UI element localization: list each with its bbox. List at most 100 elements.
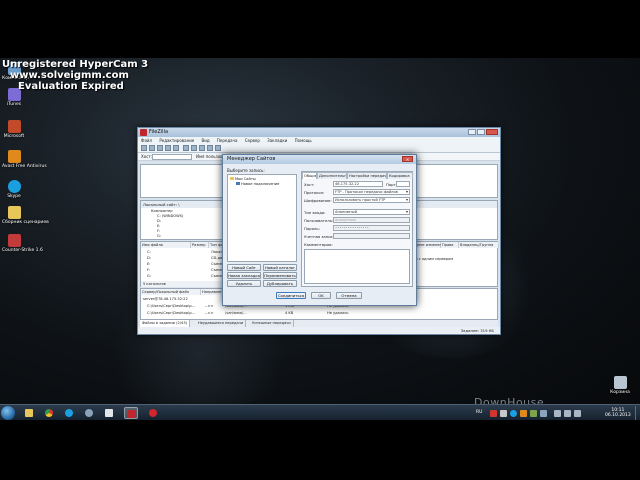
tree-item[interactable]: D: [157,219,161,223]
tab-transfer-settings[interactable]: Настройки передачи [347,172,387,179]
taskbar-skype[interactable] [62,407,76,419]
office-icon [7,120,21,133]
process-queue-icon[interactable] [191,145,197,151]
menu-transfer[interactable]: Передача [217,138,238,143]
port-input[interactable] [396,181,410,187]
tree-site-new-connection[interactable]: Новое подключение [236,182,279,186]
logon-type-select[interactable]: Анонимный [333,209,410,215]
close-button[interactable] [486,129,498,135]
desktop-icon-label: Microsoft [3,134,25,139]
new-bookmark-button[interactable]: Новая закладка [227,272,261,279]
cancel-icon[interactable] [199,145,205,151]
tab-charset[interactable]: Кодировка [387,172,413,179]
taskbar-opera[interactable] [146,407,160,419]
comments-textarea[interactable] [304,249,410,284]
network-icon[interactable] [554,410,561,417]
menu-edit[interactable]: Редактирование [159,138,194,143]
tab-general[interactable]: Общие [302,172,317,179]
column-header[interactable]: Имя файла [141,242,191,248]
tab-queued-files[interactable]: Файлы в задании (2/43) [140,320,191,327]
tree-folder-my-sites[interactable]: Мои Сайты [230,177,256,181]
tab-failed-transfers[interactable]: Неудавшиеся передачи [196,320,247,327]
dialog-titlebar[interactable]: Менеджер Сайтов ✕ [223,155,416,164]
toggle-queue-icon[interactable] [173,145,179,151]
new-site-button[interactable]: Новый Сайт [227,264,261,271]
menu-view[interactable]: Вид [202,138,210,143]
desktop-icon-folder[interactable]: Сборник сценариев [2,206,49,225]
column-header[interactable]: Права [441,242,459,248]
cancel-button[interactable]: Отмена [336,292,362,299]
close-icon[interactable]: ✕ [402,156,413,162]
tray-app-icon[interactable] [540,410,547,417]
window-title: FileZilla [149,129,169,135]
local-site-path[interactable]: \ [178,202,179,207]
taskbar-steam[interactable] [82,407,96,419]
duplicate-button[interactable]: Дублировать [263,280,297,287]
tray-app-icon[interactable] [530,410,537,417]
show-desktop-button[interactable] [635,406,640,421]
tree-item[interactable]: C: (WINDOWS) [157,214,183,218]
menu-file[interactable]: Файл [141,138,152,143]
tray-app-icon[interactable] [500,410,507,417]
user-input[interactable]: anonymous [333,217,410,223]
refresh-icon[interactable] [183,145,189,151]
menu-bookmarks[interactable]: Закладки [267,138,287,143]
antivirus-icon[interactable] [520,410,527,417]
menu-server[interactable]: Сервер [245,138,260,143]
language-indicator[interactable]: RU [476,410,482,415]
host-input[interactable] [152,154,192,160]
delete-button[interactable]: Удалить [227,280,261,287]
window-titlebar[interactable]: FileZilla [138,128,500,137]
column-header[interactable]: Сервер/Локальный файл [141,289,201,295]
taskbar-explorer[interactable] [22,407,36,419]
clock[interactable]: 10:11 06.10.2013 [605,408,631,418]
tree-item[interactable]: F: [157,229,160,233]
skype-icon[interactable] [510,410,517,417]
encryption-select[interactable]: Использовать простой FTP [333,197,410,203]
column-header[interactable]: Направление [201,289,227,295]
tab-successful-transfers[interactable]: Успешные передачи [250,320,294,327]
toggle-remote-tree-icon[interactable] [165,145,171,151]
new-folder-button[interactable]: Новый каталог [263,264,297,271]
tree-item[interactable]: G: [157,234,161,238]
queue-tabs: Файлы в задании (2/43) Неудавшиеся перед… [140,320,498,327]
rename-button[interactable]: Переименовать [263,272,297,279]
reconnect-icon[interactable] [215,145,221,151]
skype-icon [7,180,21,193]
toggle-tree-icon[interactable] [157,145,163,151]
column-header[interactable]: Размер [191,242,209,248]
tray-app-icon[interactable] [490,410,497,417]
queue-row[interactable]: C:\Users\Серг\Desktop\p... -->> /var/www/.… [141,310,497,316]
disconnect-icon[interactable] [207,145,213,151]
protocol-select[interactable]: FTP - Протокол передачи файлов [333,189,410,195]
menu-help[interactable]: Помощь [295,138,312,143]
toggle-log-icon[interactable] [149,145,155,151]
server-icon [236,182,240,185]
queue-remote: /var/www/... [225,311,247,315]
connect-button[interactable]: Соединиться [276,292,306,299]
volume-icon[interactable] [574,410,581,417]
flag-icon[interactable] [564,410,571,417]
opera-icon [149,409,157,417]
maximize-button[interactable] [477,129,485,135]
site-manager-icon[interactable] [141,145,147,151]
steam-icon [85,409,93,417]
desktop-icon-antivirus[interactable]: Avast Free Antivirus [2,150,47,169]
taskbar-media[interactable] [102,407,116,419]
password-input[interactable]: •••••••••••••••• [333,225,410,231]
desktop-icon-skype[interactable]: Skype [2,180,26,199]
column-header[interactable]: Владелец/Группа [459,242,499,248]
tab-advanced[interactable]: Дополнительно [317,172,347,179]
minimize-button[interactable] [468,129,476,135]
tree-item[interactable]: E: [157,224,160,228]
ok-button[interactable]: OK [311,292,331,299]
desktop-icon-microsoft[interactable]: Microsoft [2,120,26,139]
host-input[interactable]: 46.175.32.22 [333,181,383,187]
desktop-icon-game[interactable]: Counter-Strike 1.6 [2,234,43,253]
taskbar-chrome[interactable] [42,407,56,419]
account-input[interactable] [333,233,410,239]
tree-item[interactable]: Компьютер [151,209,173,213]
taskbar-filezilla[interactable] [124,407,138,419]
desktop-icon-recycle-bin[interactable]: Корзина [608,376,632,395]
start-button[interactable] [1,406,15,420]
